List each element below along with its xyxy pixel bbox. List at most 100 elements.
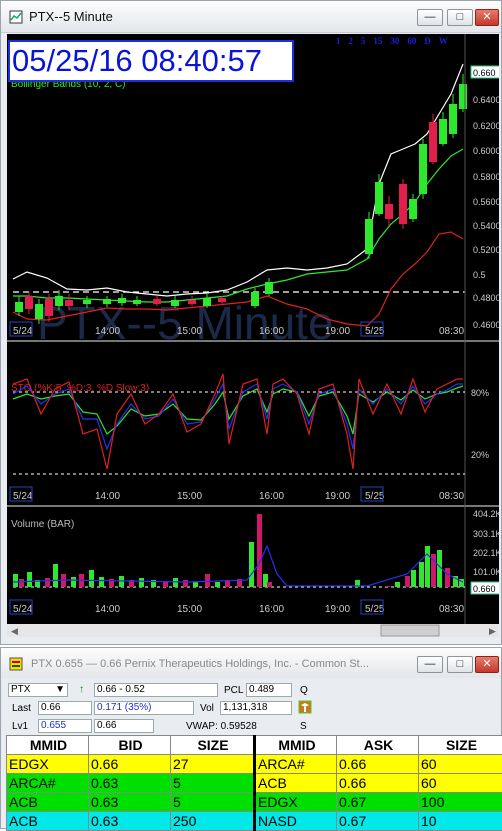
volume-bar xyxy=(385,586,390,587)
candle-body xyxy=(429,122,437,162)
level2-cell-bid-size: 27 xyxy=(171,755,255,774)
timeframe-2[interactable]: 1 xyxy=(332,36,345,50)
lv1-ask-field: 0.66 xyxy=(94,719,154,733)
news-icon[interactable] xyxy=(298,700,312,714)
chart-canvas[interactable]: Bollinger Bands (10, 2, C)PTX--5 Minute0… xyxy=(7,34,499,637)
level2-cell-ask: 0.67 xyxy=(337,793,419,812)
volume-xtick: 14:00 xyxy=(95,604,120,615)
volume-bar xyxy=(395,582,400,587)
price-tick: 0.6200 xyxy=(473,121,499,131)
pcl-label: PCL xyxy=(224,685,243,696)
level2-cell-bid: 0.63 xyxy=(89,812,171,831)
timeframe-10[interactable]: ▶ xyxy=(452,36,467,50)
candle-body xyxy=(265,282,273,294)
volume-bar xyxy=(215,582,220,587)
volume-bar xyxy=(139,578,144,587)
bid-size-header[interactable]: SIZE xyxy=(171,736,255,755)
volume-tick: 202.1K xyxy=(473,548,499,558)
volume-xtick: 5/25 xyxy=(365,604,385,615)
timeframe-4[interactable]: 5 xyxy=(357,36,370,50)
price-xtick: 15:00 xyxy=(177,326,202,337)
timeframe-0[interactable]: ◀ xyxy=(300,36,315,50)
chart-window: PTX--5 Minute — □ ✕ Bollinger Bands (10,… xyxy=(0,0,502,645)
candle-body xyxy=(65,300,73,306)
volume-bar xyxy=(205,574,210,587)
minimize-button[interactable]: — xyxy=(417,9,443,26)
volume-bar xyxy=(183,580,188,587)
level2-cell-bid: 0.63 xyxy=(89,793,171,812)
timeframe-bar: ◀▼125153060DW▶ xyxy=(300,36,467,50)
level2-cell-bid-mmid: ACB xyxy=(7,793,89,812)
level2-cell-ask: 0.67 xyxy=(337,812,419,831)
level2-cell-ask-size: 60 xyxy=(419,755,502,774)
last-field: 0.66 xyxy=(38,701,92,715)
ask-header[interactable]: ASK xyxy=(337,736,419,755)
sto-tick: 20% xyxy=(471,450,489,460)
candle-body xyxy=(439,119,447,144)
volume-bar xyxy=(163,582,168,587)
level2-row[interactable]: EDGX0.6627ARCA#0.6660 xyxy=(7,755,502,774)
candle-body xyxy=(153,299,161,304)
quote-minimize-button[interactable]: — xyxy=(417,656,443,673)
volume-bar xyxy=(419,562,424,587)
volume-bar xyxy=(405,576,410,587)
volume-ma-line xyxy=(13,546,463,586)
price-xtick: 14:00 xyxy=(95,326,120,337)
volume-tick: 0.660 xyxy=(473,584,496,594)
candle-body xyxy=(15,302,23,312)
level2-table: MMID BID SIZE MMID ASK SIZE EDGX0.6627AR… xyxy=(6,735,502,831)
timeframe-8[interactable]: D xyxy=(420,36,435,50)
candle-body xyxy=(218,298,226,302)
q-label: Q xyxy=(300,685,308,696)
s-label: S xyxy=(300,721,307,732)
volume-bar xyxy=(257,514,262,587)
price-xtick: 16:00 xyxy=(259,326,284,337)
quote-maximize-button[interactable]: □ xyxy=(447,656,473,673)
chevron-down-icon[interactable]: ▼ xyxy=(55,684,65,696)
candle-body xyxy=(203,298,211,306)
symbol-value: PTX xyxy=(11,684,30,695)
chart-titlebar[interactable]: PTX--5 Minute — □ ✕ xyxy=(1,1,501,33)
volume-tick: 303.1K xyxy=(473,529,499,539)
level2-header-row: MMID BID SIZE MMID ASK SIZE xyxy=(7,736,502,755)
chart-area[interactable]: Bollinger Bands (10, 2, C)PTX--5 Minute0… xyxy=(7,34,499,637)
level2-row[interactable]: ACB0.63250NASD0.6710 xyxy=(7,812,502,831)
maximize-button[interactable]: □ xyxy=(447,9,473,26)
timeframe-9[interactable]: W xyxy=(435,36,452,50)
volume-bar xyxy=(71,577,76,587)
timeframe-3[interactable]: 2 xyxy=(344,36,357,50)
candle-body xyxy=(375,182,383,214)
price-tick: 0.660 xyxy=(473,68,496,78)
volume-xtick: 16:00 xyxy=(259,604,284,615)
bid-mmid-header[interactable]: MMID xyxy=(7,736,89,755)
timeframe-6[interactable]: 30 xyxy=(386,36,403,50)
candle-body xyxy=(419,144,427,194)
close-button[interactable]: ✕ xyxy=(475,9,499,26)
candle-body xyxy=(25,296,33,309)
volume-panel-label: Volume (BAR) xyxy=(11,519,74,530)
candle-body xyxy=(35,304,43,319)
vol-label: Vol xyxy=(200,703,214,714)
ask-mmid-header[interactable]: MMID xyxy=(255,736,337,755)
candle-body xyxy=(118,298,126,303)
level2-cell-bid: 0.63 xyxy=(89,774,171,793)
volume-bar xyxy=(99,577,104,587)
ask-size-header[interactable]: SIZE xyxy=(419,736,502,755)
last-label: Last xyxy=(12,703,31,714)
volume-bar xyxy=(173,578,178,587)
price-tick: 0.6400 xyxy=(473,95,499,105)
timeframe-1[interactable]: ▼ xyxy=(315,36,332,50)
h-scrollbar-thumb[interactable] xyxy=(381,625,439,636)
candle-body xyxy=(171,300,179,306)
price-xtick: 08:30 xyxy=(439,326,464,337)
quote-close-button[interactable]: ✕ xyxy=(475,656,499,673)
volume-bar xyxy=(445,568,450,587)
bid-header[interactable]: BID xyxy=(89,736,171,755)
symbol-input[interactable]: PTX ▼ xyxy=(8,683,68,697)
timeframe-7[interactable]: 60 xyxy=(403,36,420,50)
quote-titlebar[interactable]: PTX 0.655 — 0.66 Pernix Therapeutics Hol… xyxy=(1,648,501,678)
level2-row[interactable]: ACB0.635EDGX0.67100 xyxy=(7,793,502,812)
timeframe-5[interactable]: 15 xyxy=(369,36,386,50)
price-tick: 0.5 xyxy=(473,270,486,280)
level2-row[interactable]: ARCA#0.635ACB0.6660 xyxy=(7,774,502,793)
